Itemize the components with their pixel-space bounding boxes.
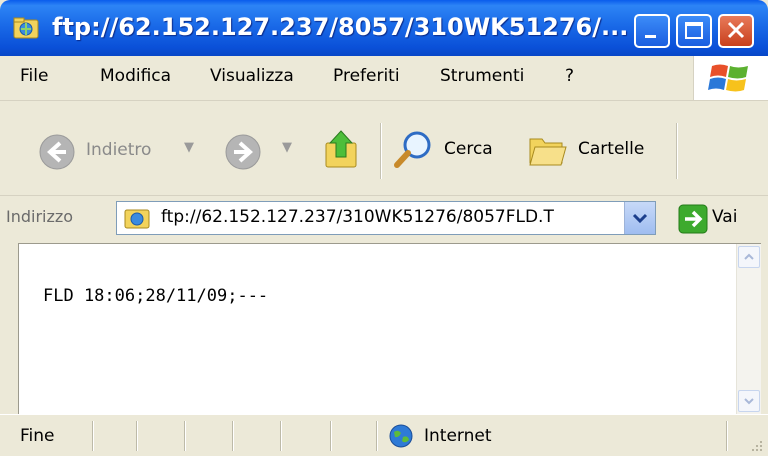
address-value: ftp://62.152.127.237/310WK51276/8057FLD.… bbox=[161, 207, 554, 227]
menu-bar: File Modifica Visualizza Preferiti Strum… bbox=[0, 56, 768, 101]
close-button[interactable] bbox=[718, 14, 754, 48]
status-cell bbox=[92, 421, 94, 451]
status-cell bbox=[136, 421, 138, 451]
window-border bbox=[0, 243, 18, 414]
up-folder-icon bbox=[325, 130, 357, 168]
minimize-icon bbox=[645, 35, 656, 38]
menu-file[interactable]: File bbox=[20, 66, 48, 86]
status-cell bbox=[330, 421, 332, 451]
windows-logo-icon bbox=[708, 64, 748, 92]
magnifier-icon bbox=[394, 131, 431, 168]
minimize-button[interactable] bbox=[634, 14, 670, 48]
ftp-folder-icon bbox=[124, 209, 150, 229]
menu-modifica[interactable]: Modifica bbox=[100, 66, 171, 86]
content-area[interactable]: FLD 18:06;28/11/09;--- bbox=[18, 243, 761, 414]
resize-grip-icon[interactable] bbox=[748, 437, 764, 453]
menu-help[interactable]: ? bbox=[565, 66, 574, 86]
address-input[interactable]: ftp://62.152.127.237/310WK51276/8057FLD.… bbox=[116, 201, 656, 235]
back-button[interactable]: Indietro ▼ bbox=[34, 131, 214, 171]
menu-preferiti[interactable]: Preferiti bbox=[333, 66, 400, 86]
scroll-up-button[interactable] bbox=[738, 246, 760, 268]
windows-logo-area bbox=[693, 56, 768, 100]
standard-toolbar: Indietro ▼ ▼ Cerca Cartelle bbox=[0, 101, 768, 196]
close-icon bbox=[727, 21, 745, 39]
scroll-down-button[interactable] bbox=[738, 390, 760, 412]
status-cell bbox=[184, 421, 186, 451]
globe-icon bbox=[389, 424, 413, 448]
folders-icon bbox=[529, 138, 567, 166]
search-button[interactable]: Cerca bbox=[390, 127, 518, 173]
address-bar: Indirizzo ftp://62.152.127.237/310WK5127… bbox=[0, 196, 768, 242]
vertical-scrollbar[interactable] bbox=[736, 244, 761, 414]
chevron-down-icon bbox=[744, 398, 754, 405]
security-zone-label: Internet bbox=[424, 426, 492, 446]
status-cell bbox=[232, 421, 234, 451]
back-arrow-icon bbox=[39, 134, 75, 170]
title-bar[interactable]: ftp://62.152.127.237/8057/310WK51276/... bbox=[0, 0, 768, 56]
toolbar-separator bbox=[380, 123, 382, 179]
folders-button[interactable]: Cartelle bbox=[524, 127, 674, 173]
address-label: Indirizzo bbox=[6, 207, 74, 226]
chevron-up-icon bbox=[744, 253, 754, 260]
address-dropdown-button[interactable] bbox=[624, 202, 655, 234]
up-folder-button[interactable] bbox=[318, 127, 368, 173]
forward-button[interactable]: ▼ bbox=[222, 131, 302, 171]
status-cell bbox=[376, 421, 378, 451]
status-cell bbox=[726, 421, 728, 451]
file-content: FLD 18:06;28/11/09;--- bbox=[43, 286, 269, 306]
chevron-down-icon: ▼ bbox=[282, 140, 292, 155]
go-arrow-icon bbox=[678, 204, 708, 234]
maximize-button[interactable] bbox=[676, 14, 712, 48]
back-label: Indietro bbox=[86, 140, 152, 160]
folders-label: Cartelle bbox=[578, 139, 645, 159]
chevron-down-icon: ▼ bbox=[184, 140, 194, 155]
forward-arrow-icon bbox=[225, 134, 261, 170]
menu-strumenti[interactable]: Strumenti bbox=[440, 66, 524, 86]
toolbar-separator bbox=[676, 123, 678, 179]
status-text: Fine bbox=[20, 426, 55, 446]
maximize-icon bbox=[685, 22, 703, 39]
browser-window: ftp://62.152.127.237/8057/310WK51276/...… bbox=[0, 0, 768, 456]
search-label: Cerca bbox=[444, 139, 493, 159]
status-bar: Fine Internet bbox=[0, 414, 768, 456]
go-button[interactable]: Vai bbox=[664, 202, 760, 236]
chevron-down-icon bbox=[632, 213, 648, 224]
window-title: ftp://62.152.127.237/8057/310WK51276/... bbox=[52, 13, 629, 41]
menu-visualizza[interactable]: Visualizza bbox=[210, 66, 294, 86]
ftp-folder-icon bbox=[13, 17, 39, 39]
status-cell bbox=[280, 421, 282, 451]
go-label: Vai bbox=[712, 207, 738, 227]
